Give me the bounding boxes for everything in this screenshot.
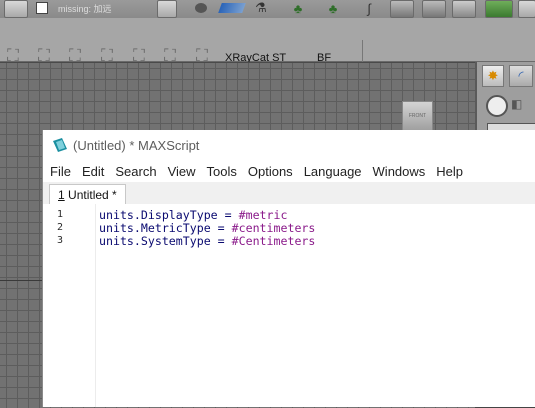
line-number: 3 (57, 235, 64, 246)
checkbox-icon[interactable] (33, 1, 51, 15)
shapes-icon[interactable]: ◧ (511, 97, 527, 111)
select-object-button[interactable] (4, 0, 28, 18)
menu-windows[interactable]: Windows (373, 164, 426, 179)
tree-icon[interactable]: ♣ (322, 0, 344, 16)
code-property: units.SystemType = (99, 234, 232, 248)
code-line[interactable]: units.MetricType = #centimeters (99, 221, 315, 235)
menu-file[interactable]: File (50, 164, 71, 179)
editor-titlebar[interactable]: (Untitled) * MAXScript (43, 130, 535, 160)
tool-c-button[interactable] (452, 0, 476, 18)
code-line[interactable]: units.DisplayType = #metric (99, 208, 287, 222)
line-number: 1 (57, 209, 64, 220)
plant-icon[interactable]: ♣ (287, 0, 309, 16)
menu-help[interactable]: Help (436, 164, 463, 179)
code-literal: #metric (238, 208, 288, 222)
code-property: units.DisplayType = (99, 208, 239, 222)
code-literal: #centimeters (231, 221, 316, 235)
tab-label: Untitled * (64, 188, 117, 202)
menu-language[interactable]: Language (304, 164, 362, 179)
line-number: 2 (57, 222, 64, 233)
hook-icon[interactable]: ∫ (362, 0, 376, 16)
modify-tab-icon[interactable]: ◜ (509, 65, 533, 87)
missing-plugin-label: missing: 加远 (58, 4, 112, 14)
main-toolbar: missing: 加远 ⚗ ♣ ♣ ∫ (0, 0, 535, 19)
tool-d-button[interactable] (518, 0, 535, 18)
render-frame-button[interactable] (218, 0, 246, 16)
line-number-gutter: 1 2 3 (43, 204, 96, 407)
menu-bar: File Edit Search View Tools Options Lang… (43, 160, 535, 182)
window-title: (Untitled) * MAXScript (73, 137, 200, 153)
tool-b-button[interactable] (422, 0, 446, 18)
menu-options[interactable]: Options (248, 164, 293, 179)
create-tab-icon[interactable]: ✸ (482, 65, 504, 87)
code-literal: #Centimeters (231, 234, 316, 248)
maxscript-editor-window: (Untitled) * MAXScript File Edit Search … (42, 130, 535, 407)
secondary-toolbar: ⛶ ⛶ ⛶ ⛶ ⛶ ⛶ ⛶ XRayCat ST BF (0, 18, 535, 76)
menu-tools[interactable]: Tools (207, 164, 237, 179)
teapot-icon[interactable] (193, 0, 209, 16)
tab-untitled[interactable]: 1 Untitled * (49, 184, 126, 205)
code-property: units.MetricType = (99, 221, 232, 235)
tool-a-button[interactable] (390, 0, 414, 18)
menu-view[interactable]: View (168, 164, 196, 179)
geometry-icon[interactable] (486, 95, 508, 117)
render-setup-button[interactable] (157, 0, 177, 18)
green-tool-button[interactable] (485, 0, 513, 18)
tab-number: 1 (58, 188, 65, 202)
menu-edit[interactable]: Edit (82, 164, 104, 179)
tab-bar: 1 Untitled * (43, 182, 535, 205)
view-cube-label: FRONT (408, 113, 427, 119)
view-cube[interactable]: FRONT (402, 101, 433, 131)
render-icon[interactable]: ⚗ (254, 0, 268, 16)
code-editor[interactable]: 1 2 3 units.DisplayType = #metric units.… (43, 204, 535, 407)
menu-search[interactable]: Search (115, 164, 156, 179)
maxscript-app-icon (53, 138, 67, 152)
code-line[interactable]: units.SystemType = #Centimeters (99, 234, 315, 248)
